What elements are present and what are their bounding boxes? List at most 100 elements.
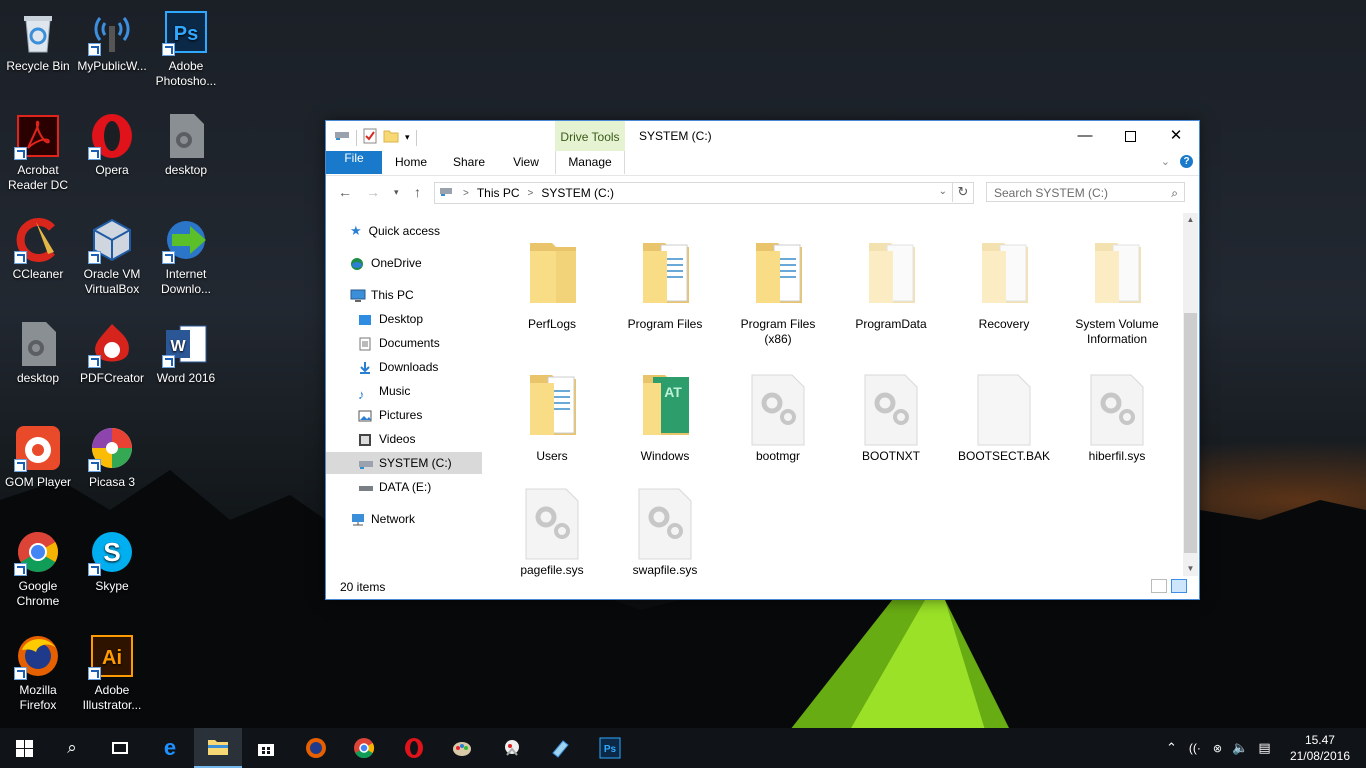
file-item[interactable]: System Volume Information [1065, 229, 1169, 347]
file-item[interactable]: AT Windows [613, 361, 717, 464]
file-explorer-window[interactable]: ▾ Drive Tools SYSTEM (C:) — ✕ File Home … [325, 120, 1200, 600]
close-button[interactable]: ✕ [1153, 121, 1199, 151]
start-button[interactable] [0, 728, 48, 768]
nav-music[interactable]: ♪ Music [358, 380, 410, 402]
taskbar-app-sniffer[interactable] [488, 728, 536, 768]
properties-icon[interactable] [363, 128, 377, 147]
nav-network[interactable]: Network [350, 508, 415, 530]
desktop-icon-idm[interactable]: Internet Downlo... [148, 216, 224, 297]
file-item[interactable]: Program Files (x86) [726, 229, 830, 347]
tab-share[interactable]: Share [444, 151, 494, 174]
taskbar-edge[interactable]: e [146, 728, 194, 768]
taskbar-opera[interactable] [390, 728, 438, 768]
large-icons-view-icon[interactable] [1171, 579, 1187, 593]
drive-app-icon[interactable] [334, 129, 350, 146]
file-name: BOOTNXT [861, 449, 920, 463]
search-button[interactable]: ⌕ [48, 728, 96, 768]
nav-documents[interactable]: Documents [358, 332, 440, 354]
nav-desktop[interactable]: Desktop [358, 308, 423, 330]
desktop-icon-pdfcreator[interactable]: PDFCreator [74, 320, 150, 386]
taskbar-file-explorer[interactable] [194, 728, 242, 768]
scroll-up-icon[interactable]: ▲ [1183, 213, 1198, 227]
file-item[interactable]: Program Files [613, 229, 717, 332]
show-hidden-icons-chevron-icon[interactable]: ⌃ [1166, 740, 1177, 756]
taskbar-photoshop[interactable]: Ps [586, 728, 634, 768]
drive-icon [358, 480, 373, 494]
up-arrow-icon[interactable]: ↑ [414, 184, 421, 200]
nav-data-e[interactable]: DATA (E:) [358, 476, 431, 498]
address-bar[interactable]: > This PC > SYSTEM (C:) ⌄ [434, 182, 974, 204]
expand-ribbon-icon[interactable]: ⌄ [1161, 155, 1170, 168]
network-wifi-icon[interactable]: ((· [1189, 741, 1201, 755]
nav-this-pc[interactable]: This PC [350, 284, 414, 306]
desktop-icon-skype[interactable]: S Skype [74, 528, 150, 594]
tab-manage[interactable]: Manage [555, 151, 625, 174]
tab-file[interactable]: File [326, 151, 382, 174]
file-item[interactable]: swapfile.sys [613, 475, 717, 578]
desktop-icon-mypublicwifi[interactable]: MyPublicW... [74, 8, 150, 74]
desktop-icon-firefox[interactable]: Mozilla Firefox [0, 632, 76, 713]
desktop-icon-opera[interactable]: Opera [74, 112, 150, 178]
desktop-icon-desktop-file-2[interactable]: desktop [0, 320, 76, 386]
desktop-icon-acrobat[interactable]: Acrobat Reader DC [0, 112, 76, 193]
back-arrow-icon[interactable]: ← [338, 184, 352, 200]
desktop-icon-photoshop[interactable]: Ps Adobe Photosho... [148, 8, 224, 89]
taskbar-paint[interactable] [438, 728, 486, 768]
svg-text:W: W [170, 338, 186, 355]
volume-icon[interactable]: 🔈 [1232, 740, 1248, 756]
taskbar-store[interactable] [242, 728, 290, 768]
file-item[interactable]: hiberfil.sys [1065, 361, 1169, 464]
desktop-icon-gom-player[interactable]: GOM Player [0, 424, 76, 490]
file-item[interactable]: PerfLogs [500, 229, 604, 332]
file-item[interactable]: BOOTSECT.BAK [952, 361, 1056, 464]
file-item[interactable]: bootmgr [726, 361, 830, 464]
desktop-icon-recycle-bin[interactable]: Recycle Bin [0, 8, 76, 74]
file-item[interactable]: pagefile.sys [500, 475, 604, 578]
connectivity-icon[interactable]: ⊗ [1213, 742, 1222, 755]
minimize-button[interactable]: — [1062, 121, 1108, 151]
taskbar-chrome[interactable] [340, 728, 388, 768]
tab-view[interactable]: View [501, 151, 551, 174]
desktop-icon-picasa[interactable]: Picasa 3 [74, 424, 150, 490]
nav-pictures[interactable]: Pictures [358, 404, 422, 426]
breadcrumb-chevron-icon[interactable]: > [528, 188, 534, 199]
taskbar-app-tool[interactable] [536, 728, 584, 768]
desktop-icon-word[interactable]: W Word 2016 [148, 320, 224, 386]
desktop-icon-chrome[interactable]: Google Chrome [0, 528, 76, 609]
nav-quick-access[interactable]: ★ Quick access [350, 220, 440, 242]
customize-qat-icon[interactable]: ▾ [405, 132, 410, 143]
file-item[interactable]: BOOTNXT [839, 361, 943, 464]
nav-videos[interactable]: Videos [358, 428, 415, 450]
help-icon[interactable]: ? [1180, 155, 1193, 168]
taskbar-firefox[interactable] [292, 728, 340, 768]
desktop-icon-virtualbox[interactable]: Oracle VM VirtualBox [74, 216, 150, 297]
task-view-button[interactable] [96, 728, 144, 768]
action-center-icon[interactable]: ▤ [1258, 740, 1270, 756]
details-view-icon[interactable] [1151, 579, 1167, 593]
nav-system-c[interactable]: SYSTEM (C:) [326, 452, 482, 474]
new-folder-icon[interactable] [383, 129, 399, 146]
recent-locations-chevron-icon[interactable]: ▾ [394, 187, 399, 198]
address-dropdown-icon[interactable]: ⌄ [939, 186, 947, 197]
scroll-down-icon[interactable]: ▼ [1183, 562, 1198, 576]
refresh-icon[interactable]: ↻ [952, 182, 973, 202]
breadcrumb-this-pc[interactable]: This PC [477, 186, 520, 200]
scrollbar-thumb[interactable] [1184, 313, 1197, 553]
breadcrumb-chevron-icon[interactable]: > [463, 188, 469, 199]
desktop-icon-desktop-file[interactable]: desktop [148, 112, 224, 178]
search-input[interactable]: Search SYSTEM (C:) ⌕ [986, 182, 1185, 202]
nav-onedrive[interactable]: OneDrive [350, 252, 422, 274]
vertical-scrollbar[interactable]: ▲ ▼ [1183, 213, 1198, 576]
file-item[interactable]: ProgramData [839, 229, 943, 332]
nav-downloads[interactable]: Downloads [358, 356, 438, 378]
forward-arrow-icon[interactable]: → [366, 184, 380, 200]
file-item[interactable]: Users [500, 361, 604, 464]
tab-home[interactable]: Home [386, 151, 436, 174]
title-bar[interactable]: ▾ Drive Tools SYSTEM (C:) — ✕ [326, 121, 1199, 151]
desktop-icon-ccleaner[interactable]: CCleaner [0, 216, 76, 282]
desktop-icon-illustrator[interactable]: Ai Adobe Illustrator... [74, 632, 150, 713]
breadcrumb-system-c[interactable]: SYSTEM (C:) [541, 186, 614, 200]
file-item[interactable]: Recovery [952, 229, 1056, 332]
clock[interactable]: 15.47 21/08/2016 [1290, 732, 1350, 764]
maximize-button[interactable] [1107, 121, 1153, 151]
